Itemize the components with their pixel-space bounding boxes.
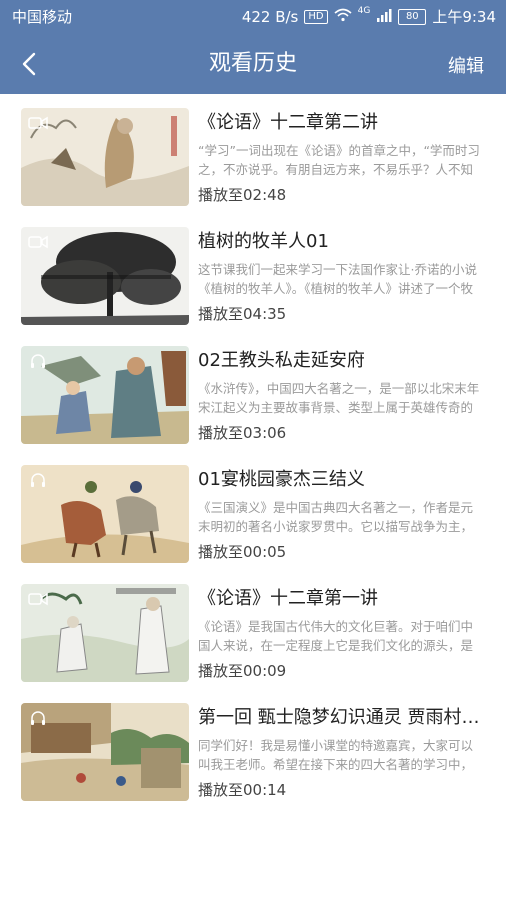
wifi-icon — [334, 0, 352, 34]
item-description: 《三国演义》是中国古典四大名著之一，作者是元末明初的著名小说家罗贯中。它以描写战… — [198, 500, 474, 534]
status-bar: 中国移动 422 B/s HD 4G 80 上午9:34 — [0, 0, 506, 34]
item-progress: 播放至04:35 — [198, 305, 287, 323]
history-item[interactable]: 《论语》十二章第二讲 “学习”一词出现在《论语》的首章之中，“学而时习之，不亦说… — [0, 94, 506, 212]
item-title: 第一回 甄士隐梦幻识通灵 贾雨村风尘怀闺秀 — [198, 707, 493, 728]
headphone-icon — [27, 352, 49, 370]
network-type: 4G — [357, 6, 371, 16]
history-item[interactable]: 02王教头私走延安府 《水浒传》，中国四大名著之一，是一部以北宋末年宋江起义为主… — [0, 332, 506, 450]
item-progress: 播放至03:06 — [198, 424, 287, 442]
history-item[interactable]: 植树的牧羊人01 这节课我们一起来学习一下法国作家让·乔诺的小说《植树的牧羊人》… — [0, 213, 506, 331]
app-header: 中国移动 422 B/s HD 4G 80 上午9:34 观看历史 编辑 — [0, 0, 506, 94]
item-description: “学习”一词出现在《论语》的首章之中，“学而时习之，不亦说乎。有朋自远方来，不易… — [198, 143, 480, 177]
item-title: 《论语》十二章第一讲 — [198, 588, 378, 609]
status-right: 422 B/s HD 4G 80 上午9:34 — [242, 0, 496, 34]
item-progress: 播放至00:05 — [198, 543, 287, 561]
thumbnail — [21, 584, 189, 682]
item-description: 《水浒传》，中国四大名著之一，是一部以北宋末年宋江起义为主要故事背景、类型上属于… — [198, 381, 480, 415]
navigation-bar: 观看历史 编辑 — [0, 34, 506, 94]
history-item[interactable]: 第一回 甄士隐梦幻识通灵 贾雨村风尘怀闺秀 同学们好！我是易懂小课堂的特邀嘉宾，… — [0, 689, 506, 807]
thumbnail — [21, 703, 189, 801]
item-title: 植树的牧羊人01 — [198, 231, 329, 252]
history-item[interactable]: 《论语》十二章第一讲 《论语》是我国古代伟大的文化巨著。对于咱们中国人来说，在一… — [0, 570, 506, 688]
carrier-label: 中国移动 — [12, 8, 73, 26]
item-description: 这节课我们一起来学习一下法国作家让·乔诺的小说《植树的牧羊人》。《植树的牧羊人》… — [198, 262, 477, 296]
item-progress: 播放至00:09 — [198, 662, 287, 680]
item-title: 02王教头私走延安府 — [198, 350, 365, 371]
network-speed: 422 B/s — [241, 8, 299, 26]
item-title: 01宴桃园豪杰三结义 — [198, 469, 365, 490]
thumbnail — [21, 346, 189, 444]
video-icon — [27, 590, 49, 608]
item-title: 《论语》十二章第二讲 — [198, 112, 378, 133]
edit-button[interactable]: 编辑 — [448, 54, 484, 80]
battery-icon: 80 — [398, 9, 427, 25]
thumbnail — [21, 465, 189, 563]
headphone-icon — [27, 471, 49, 489]
page-title: 观看历史 — [208, 51, 297, 76]
item-progress: 播放至00:14 — [198, 781, 287, 799]
time-label: 上午9:34 — [432, 8, 496, 26]
video-icon — [27, 114, 49, 132]
video-icon — [27, 233, 49, 251]
item-progress: 播放至02:48 — [198, 186, 287, 204]
signal-icon — [376, 0, 392, 34]
history-item[interactable]: 01宴桃园豪杰三结义 《三国演义》是中国古典四大名著之一，作者是元末明初的著名小… — [0, 451, 506, 569]
item-description: 同学们好！我是易懂小课堂的特邀嘉宾，大家可以叫我王老师。希望在接下来的四大名著的… — [198, 738, 474, 772]
item-description: 《论语》是我国古代伟大的文化巨著。对于咱们中国人来说，在一定程度上它是我们文化的… — [198, 619, 474, 653]
headphone-icon — [27, 709, 49, 727]
thumbnail — [21, 108, 189, 206]
thumbnail — [21, 227, 189, 325]
hd-badge: HD — [304, 10, 328, 24]
